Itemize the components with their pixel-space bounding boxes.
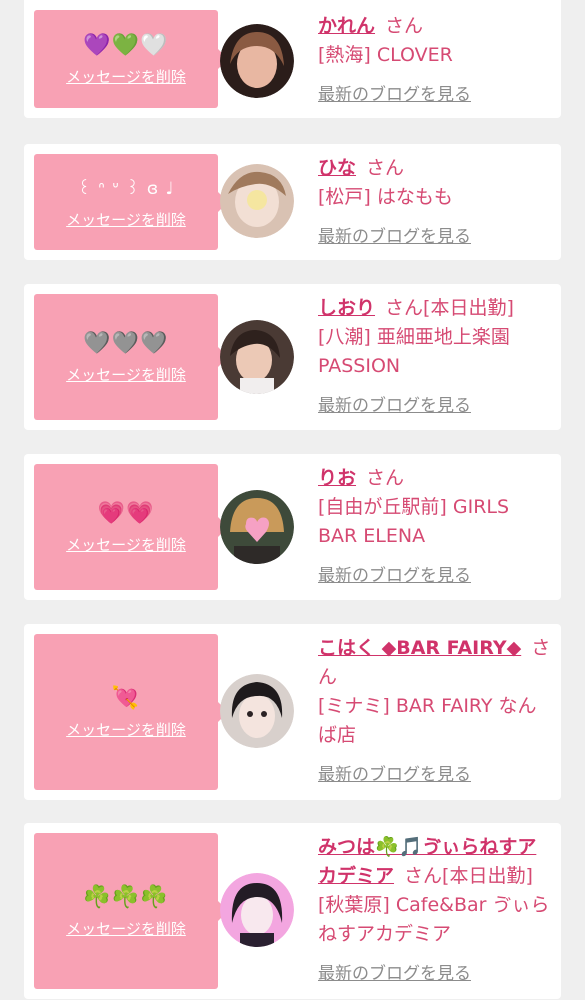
shop-name: [熱海] CLOVER bbox=[318, 44, 453, 66]
delete-message-link[interactable]: メッセージを削除 bbox=[66, 534, 186, 555]
avatar[interactable] bbox=[220, 24, 294, 98]
cast-name-link[interactable]: こはく ◆BAR FAIRY◆ bbox=[318, 637, 521, 659]
cast-name-link[interactable]: ひな bbox=[318, 157, 356, 179]
profile-info: こはく ◆BAR FAIRY◆ さん [ミナミ] BAR FAIRY なんば店 最… bbox=[318, 634, 551, 785]
avatar[interactable] bbox=[220, 164, 294, 238]
shop-name: [松戸] はなもも bbox=[318, 186, 453, 208]
list-item: 💜💚🤍 メッセージを削除 かれん さん [熱海] CLOVER 最新のブログを見る bbox=[24, 0, 561, 118]
name-line: ひな さん bbox=[318, 154, 551, 183]
message-bubble: 💘 メッセージを削除 bbox=[34, 634, 228, 790]
shop-name: [自由が丘駅前] GIRLS BAR ELENA bbox=[318, 496, 510, 547]
latest-blog-link[interactable]: 最新のブログを見る bbox=[318, 959, 471, 984]
name-line: みつは☘️🎵ゔぃらねすアカデミア さん[本日出勤] bbox=[318, 833, 551, 891]
delete-message-link[interactable]: メッセージを削除 bbox=[66, 364, 186, 385]
profile-info: しおり さん[本日出勤] [八潮] 亜細亜地上楽園 PASSION 最新のブログを… bbox=[318, 294, 551, 416]
list-item: 💗💗 メッセージを削除 りお さん [自由が丘駅前] GIRLS BAR ELEN… bbox=[24, 454, 561, 600]
profile-info: りお さん [自由が丘駅前] GIRLS BAR ELENA 最新のブログを見る bbox=[318, 464, 551, 586]
honorific: さん bbox=[366, 467, 405, 489]
message-text: 🩶🩶🩶 bbox=[83, 330, 169, 356]
profile-info: かれん さん [熱海] CLOVER 最新のブログを見る bbox=[318, 12, 551, 105]
message-text: 💘 bbox=[111, 685, 141, 711]
shop-name: [秋葉原] Cafe&Bar ゔぃらねすアカデミア bbox=[318, 894, 550, 945]
list-item: 🩶🩶🩶 メッセージを削除 しおり さん[本日出勤] [八潮] 亜細亜地上楽園 PA… bbox=[24, 284, 561, 430]
cast-name-link[interactable]: かれん bbox=[318, 15, 375, 37]
honorific: さん bbox=[385, 297, 424, 319]
message-bubble: ☘️☘️☘️ メッセージを削除 bbox=[34, 833, 228, 989]
avatar[interactable] bbox=[220, 320, 294, 394]
latest-blog-link[interactable]: 最新のブログを見る bbox=[318, 391, 471, 416]
avatar[interactable] bbox=[220, 873, 294, 947]
message-text: ꒰ ᐢ ᐡ ꒱ ɞ ♩ bbox=[77, 178, 175, 199]
honorific: さん bbox=[385, 15, 424, 37]
honorific: さん bbox=[366, 157, 405, 179]
avatar[interactable] bbox=[220, 490, 294, 564]
message-text: ☘️☘️☘️ bbox=[83, 884, 169, 910]
name-line: しおり さん[本日出勤] bbox=[318, 294, 551, 323]
latest-blog-link[interactable]: 最新のブログを見る bbox=[318, 561, 471, 586]
message-bubble: 💗💗 メッセージを削除 bbox=[34, 464, 228, 590]
shop-name: [八潮] 亜細亜地上楽園 PASSION bbox=[318, 326, 510, 377]
latest-blog-link[interactable]: 最新のブログを見る bbox=[318, 760, 471, 785]
avatar[interactable] bbox=[220, 674, 294, 748]
status-text: [本日出勤] bbox=[442, 865, 533, 887]
shop-name: [ミナミ] BAR FAIRY なんば店 bbox=[318, 695, 537, 746]
message-bubble: 🩶🩶🩶 メッセージを削除 bbox=[34, 294, 228, 420]
profile-info: ひな さん [松戸] はなもも 最新のブログを見る bbox=[318, 154, 551, 247]
name-line: かれん さん bbox=[318, 12, 551, 41]
profile-info: みつは☘️🎵ゔぃらねすアカデミア さん[本日出勤] [秋葉原] Cafe&Bar … bbox=[318, 833, 551, 984]
message-bubble: ꒰ ᐢ ᐡ ꒱ ɞ ♩ メッセージを削除 bbox=[34, 154, 228, 250]
name-line: こはく ◆BAR FAIRY◆ さん bbox=[318, 634, 551, 692]
list-item: 💘 メッセージを削除 こはく ◆BAR FAIRY◆ さん [ミナミ] BAR F… bbox=[24, 624, 561, 800]
cast-name-link[interactable]: りお bbox=[318, 467, 356, 489]
honorific: さん bbox=[404, 865, 443, 887]
delete-message-link[interactable]: メッセージを削除 bbox=[66, 66, 186, 87]
message-text: 💜💚🤍 bbox=[83, 32, 169, 58]
name-line: りお さん bbox=[318, 464, 551, 493]
delete-message-link[interactable]: メッセージを削除 bbox=[66, 209, 186, 230]
latest-blog-link[interactable]: 最新のブログを見る bbox=[318, 80, 471, 105]
message-bubble: 💜💚🤍 メッセージを削除 bbox=[34, 10, 228, 108]
delete-message-link[interactable]: メッセージを削除 bbox=[66, 918, 186, 939]
message-text: 💗💗 bbox=[97, 500, 155, 526]
latest-blog-link[interactable]: 最新のブログを見る bbox=[318, 222, 471, 247]
list-item: ☘️☘️☘️ メッセージを削除 みつは☘️🎵ゔぃらねすアカデミア さん[本日出勤]… bbox=[24, 823, 561, 999]
delete-message-link[interactable]: メッセージを削除 bbox=[66, 719, 186, 740]
cast-name-link[interactable]: しおり bbox=[318, 297, 375, 319]
list-item: ꒰ ᐢ ᐡ ꒱ ɞ ♩ メッセージを削除 ひな さん [松戸] はなもも 最新のブ… bbox=[24, 144, 561, 260]
status-text: [本日出勤] bbox=[423, 297, 514, 319]
